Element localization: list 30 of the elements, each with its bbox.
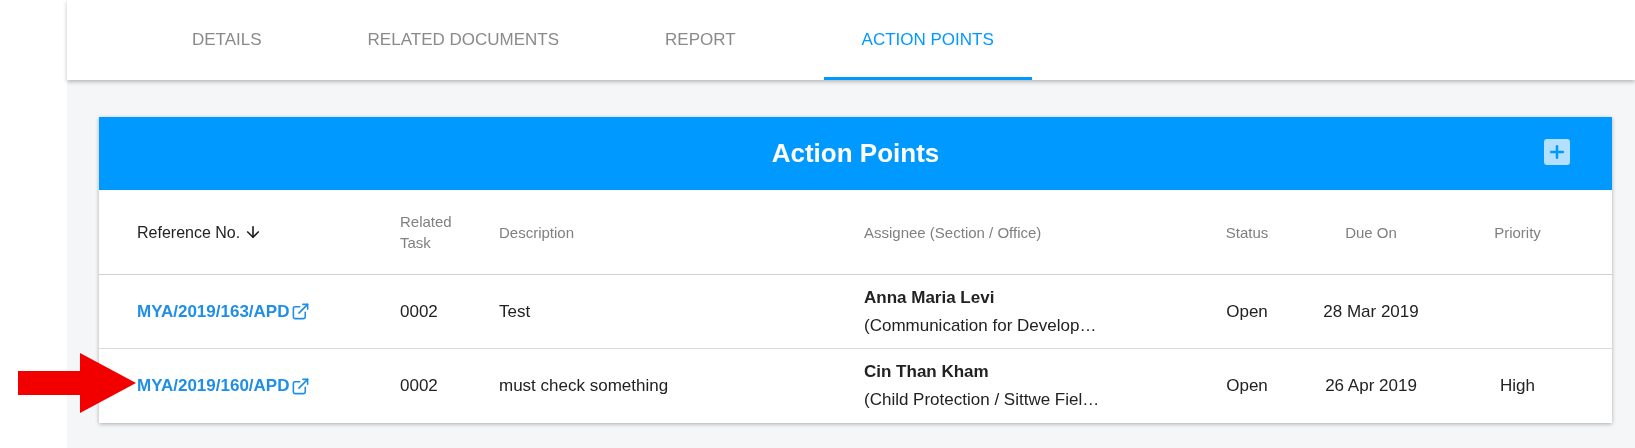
- table-cell: Test: [499, 301, 531, 321]
- table-cell: must check something: [499, 376, 669, 396]
- column-header[interactable]: Status: [1225, 221, 1269, 243]
- table-cell: Open: [1226, 376, 1268, 396]
- tab[interactable]: RELATED DOCUMENTS: [329, 0, 598, 80]
- external-link-icon: [291, 302, 311, 321]
- table-cell: Open: [1226, 301, 1268, 321]
- column-header[interactable]: Due On: [1345, 221, 1397, 243]
- table-cell: 0002: [400, 376, 438, 396]
- tab[interactable]: DETAILS: [154, 0, 300, 80]
- column-header[interactable]: Description: [499, 221, 575, 243]
- column-header[interactable]: Related Task: [400, 211, 460, 253]
- card-title: Action Points: [771, 137, 940, 170]
- table-cell: 28 Mar 2019: [1323, 301, 1419, 321]
- external-link-icon: [291, 376, 311, 396]
- assignee-name: Cin Than Kham: [864, 361, 990, 383]
- assignee-section: (Communication for Develop…: [864, 311, 1197, 340]
- table-cell: 0002: [400, 301, 438, 321]
- plus-icon: [1547, 142, 1567, 162]
- assignee-name: Anna Maria Levi: [864, 286, 996, 309]
- column-header[interactable]: Assignee (Section / Office): [864, 221, 1044, 243]
- tab[interactable]: REPORT: [627, 0, 774, 80]
- assignee-section: (Child Protection / Sittwe Fiel…: [864, 386, 1197, 414]
- reference-link[interactable]: MYA/2019/163/APD: [137, 298, 290, 325]
- table-cell: High: [1500, 376, 1535, 396]
- table-cell: 26 Apr 2019: [1325, 376, 1417, 396]
- column-header[interactable]: Reference No.: [137, 221, 241, 243]
- reference-link[interactable]: MYA/2019/160/APD: [137, 373, 290, 399]
- column-header[interactable]: Priority: [1494, 221, 1541, 243]
- add-button[interactable]: [1544, 139, 1570, 165]
